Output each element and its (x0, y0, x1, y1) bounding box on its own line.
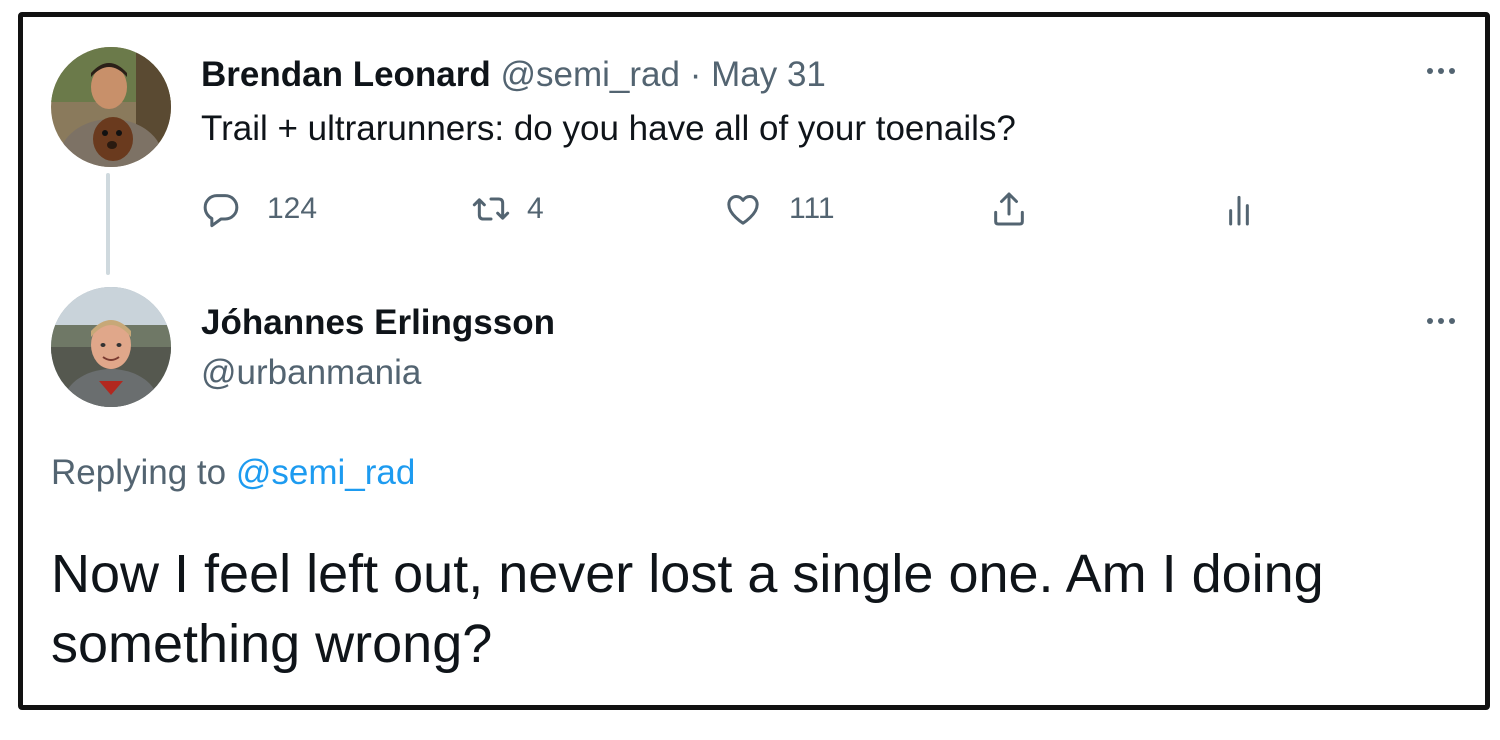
more-icon[interactable] (1419, 311, 1463, 331)
analytics-action[interactable] (1219, 187, 1259, 231)
tweet-date[interactable]: May 31 (711, 55, 826, 94)
reply-icon[interactable] (201, 189, 241, 229)
like-count: 111 (789, 192, 835, 225)
share-action[interactable] (989, 187, 1029, 231)
header-separator: · (689, 55, 702, 94)
analytics-icon[interactable] (1219, 189, 1259, 229)
replying-to-line: Replying to @semi_rad (51, 453, 415, 493)
original-tweet-header: Brendan Leonard @semi_rad · May 31 (201, 55, 826, 95)
reply-author-name[interactable]: Jóhannes Erlingsson (201, 303, 555, 343)
like-icon[interactable] (723, 189, 763, 229)
tweet-card-frame: Brendan Leonard @semi_rad · May 31 Trail… (18, 12, 1490, 710)
replying-to-prefix: Replying to (51, 453, 227, 492)
reply-tweet-text: Now I feel left out, never lost a single… (51, 544, 1324, 674)
author-name[interactable]: Brendan Leonard (201, 55, 491, 94)
retweet-action[interactable]: 4 (471, 187, 544, 231)
author-handle[interactable]: @semi_rad (501, 55, 680, 94)
retweet-count: 4 (527, 192, 544, 225)
reply-count: 124 (267, 192, 318, 225)
reply-author-handle[interactable]: @urbanmania (201, 353, 421, 393)
replying-to-handle-link[interactable]: @semi_rad (236, 453, 415, 492)
more-icon[interactable] (1419, 61, 1463, 81)
like-action[interactable]: 111 (723, 187, 835, 231)
author-avatar-johannes[interactable] (51, 287, 171, 407)
original-tweet-text: Trail + ultrarunners: do you have all of… (201, 109, 1016, 148)
reply-action[interactable]: 124 (201, 187, 317, 231)
share-icon[interactable] (989, 189, 1029, 229)
retweet-icon[interactable] (471, 189, 511, 229)
author-avatar-brendan[interactable] (51, 47, 171, 167)
thread-connector-line (106, 173, 110, 275)
